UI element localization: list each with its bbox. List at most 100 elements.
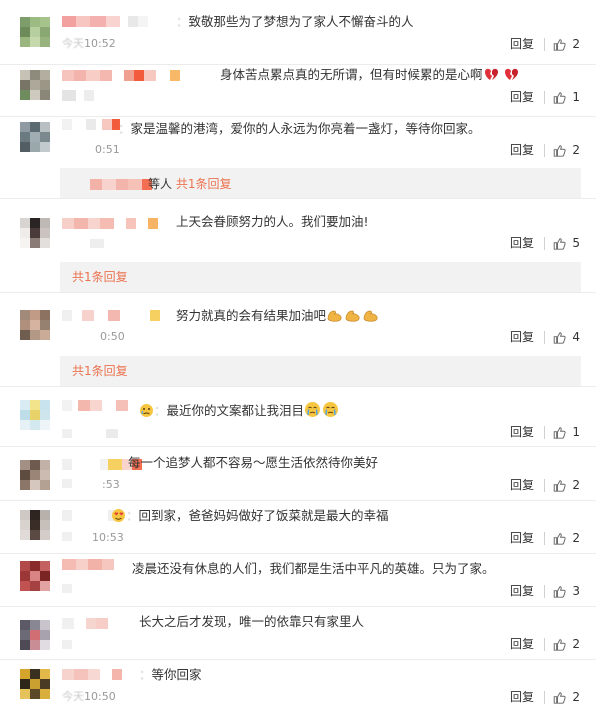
- comment-item: 上天会眷顾努力的人。我们要加油! 回复 5: [0, 198, 596, 258]
- comment-time: 今天10:52: [62, 37, 116, 50]
- reply-button[interactable]: 回复: [510, 330, 534, 344]
- reply-button[interactable]: 回复: [510, 37, 534, 51]
- reply-button[interactable]: 回复: [510, 584, 534, 598]
- comment-text: ：致敬那些为了梦想为了家人不懈奋斗的人: [176, 14, 414, 29]
- more-replies-link[interactable]: 共1条回复: [72, 364, 128, 378]
- username[interactable]: [62, 400, 128, 411]
- reply-button[interactable]: 回复: [510, 478, 534, 492]
- comment-text: ：等你回家: [139, 667, 202, 682]
- like-button[interactable]: 5: [553, 236, 580, 250]
- heart-eyes-icon: [112, 509, 125, 522]
- reply-username[interactable]: [90, 179, 152, 190]
- avatar[interactable]: [20, 460, 50, 490]
- comment-time: 今天10:50: [62, 690, 116, 703]
- like-button[interactable]: 2: [553, 690, 580, 704]
- comment-time: 10:53: [62, 531, 124, 544]
- comment-item: ：等你回家 今天10:50 回复 2: [0, 659, 596, 710]
- avatar[interactable]: [20, 620, 50, 650]
- thumbs-up-icon: [554, 38, 566, 51]
- comment-item: 努力就真的会有结果加油吧 0:50 回复 4: [0, 292, 596, 352]
- reply-button[interactable]: 回复: [510, 90, 534, 104]
- thumbs-up-icon: [554, 331, 566, 344]
- comment-text: 凌晨还没有休息的人们，我们都是生活中平凡的英雄。只为了家。: [132, 561, 495, 576]
- subreply-text: 共1条回复: [72, 270, 128, 284]
- thumbs-up-icon: [554, 638, 566, 651]
- like-count: 3: [572, 584, 580, 598]
- reply-button[interactable]: 回复: [510, 425, 534, 439]
- subreply-box: 共1条回复: [60, 262, 581, 292]
- reply-button[interactable]: 回复: [510, 531, 534, 545]
- like-button[interactable]: 2: [553, 531, 580, 545]
- comment-text: 长大之后才发现，唯一的依靠只有家里人: [139, 614, 365, 629]
- username[interactable]: [62, 16, 148, 27]
- like-button[interactable]: 2: [553, 143, 580, 157]
- comment-item: ：家是温馨的港湾，爱你的人永远为你亮着一盏灯，等待你回家。 0:51 回复 2: [0, 116, 596, 168]
- comment-time: [62, 90, 94, 103]
- avatar[interactable]: [20, 400, 50, 430]
- username[interactable]: [62, 218, 158, 229]
- like-button[interactable]: 2: [553, 478, 580, 492]
- like-count: 2: [572, 143, 580, 157]
- comment-item: ：最近你的文案都让我泪目 回复 1: [0, 386, 596, 446]
- more-replies-link[interactable]: 共1条回复: [176, 177, 232, 191]
- comment-item: 凌晨还没有休息的人们，我们都是生活中平凡的英雄。只为了家。 回复 3: [0, 553, 596, 606]
- tear-face-icon: [305, 402, 339, 417]
- reply-button[interactable]: 回复: [510, 637, 534, 651]
- reply-button[interactable]: 回复: [510, 236, 534, 250]
- username[interactable]: [62, 669, 122, 680]
- like-button[interactable]: 2: [553, 37, 580, 51]
- username[interactable]: [62, 510, 118, 521]
- subreply-box: 等人 共1条回复: [60, 168, 581, 198]
- username[interactable]: [62, 310, 160, 321]
- divider: [544, 331, 545, 344]
- divider: [544, 38, 545, 51]
- avatar[interactable]: [20, 17, 50, 47]
- muscle-icon: [327, 310, 378, 322]
- divider: [544, 585, 545, 598]
- comment-text: 努力就真的会有结果加油吧: [176, 308, 380, 324]
- avatar[interactable]: [20, 70, 50, 100]
- comment-text: ：最近你的文案都让我泪目: [139, 401, 340, 419]
- username[interactable]: [62, 70, 180, 81]
- comment-time: :53: [62, 478, 120, 491]
- reply-button[interactable]: 回复: [510, 143, 534, 157]
- like-count: 2: [572, 690, 580, 704]
- like-button[interactable]: 1: [553, 90, 580, 104]
- subreply-text: 共1条回复: [72, 364, 128, 378]
- broken-heart-icon: [484, 68, 518, 80]
- subreply-box: 共1条回复: [60, 356, 581, 386]
- avatar[interactable]: [20, 218, 50, 248]
- username[interactable]: [62, 559, 114, 570]
- divider: [544, 532, 545, 545]
- comment-time: 0:51: [95, 143, 120, 156]
- comment-text: ：家是温馨的港湾，爱你的人永远为你亮着一盏灯，等待你回家。: [118, 121, 481, 136]
- divider: [544, 237, 545, 250]
- comment-item: 长大之后才发现，唯一的依靠只有家里人 回复 2: [0, 606, 596, 659]
- username[interactable]: [62, 618, 108, 629]
- like-button[interactable]: 4: [553, 330, 580, 344]
- like-button[interactable]: 3: [553, 584, 580, 598]
- comment-text: 上天会眷顾努力的人。我们要加油!: [176, 214, 369, 229]
- like-count: 2: [572, 37, 580, 51]
- comment-time: [62, 639, 72, 652]
- avatar[interactable]: [20, 561, 50, 591]
- thumbs-up-icon: [554, 691, 566, 704]
- more-replies-link[interactable]: 共1条回复: [72, 270, 128, 284]
- like-count: 2: [572, 637, 580, 651]
- thumbs-up-icon: [554, 585, 566, 598]
- avatar[interactable]: [20, 122, 50, 152]
- avatar[interactable]: [20, 510, 50, 540]
- comment-item: 每一个追梦人都不容易～愿生活依然待你美好 :53 回复 2: [0, 446, 596, 500]
- divider: [544, 691, 545, 704]
- like-button[interactable]: 1: [553, 425, 580, 439]
- username[interactable]: [62, 119, 120, 130]
- avatar[interactable]: [20, 310, 50, 340]
- like-count: 1: [572, 90, 580, 104]
- avatar[interactable]: [20, 669, 50, 699]
- reply-button[interactable]: 回复: [510, 690, 534, 704]
- thumbs-up-icon: [554, 91, 566, 104]
- comment-item: ：回到家，爸爸妈妈做好了饭菜就是最大的幸福 10:53 回复 2: [0, 500, 596, 553]
- thumbs-up-icon: [554, 144, 566, 157]
- like-button[interactable]: 2: [553, 637, 580, 651]
- divider: [544, 91, 545, 104]
